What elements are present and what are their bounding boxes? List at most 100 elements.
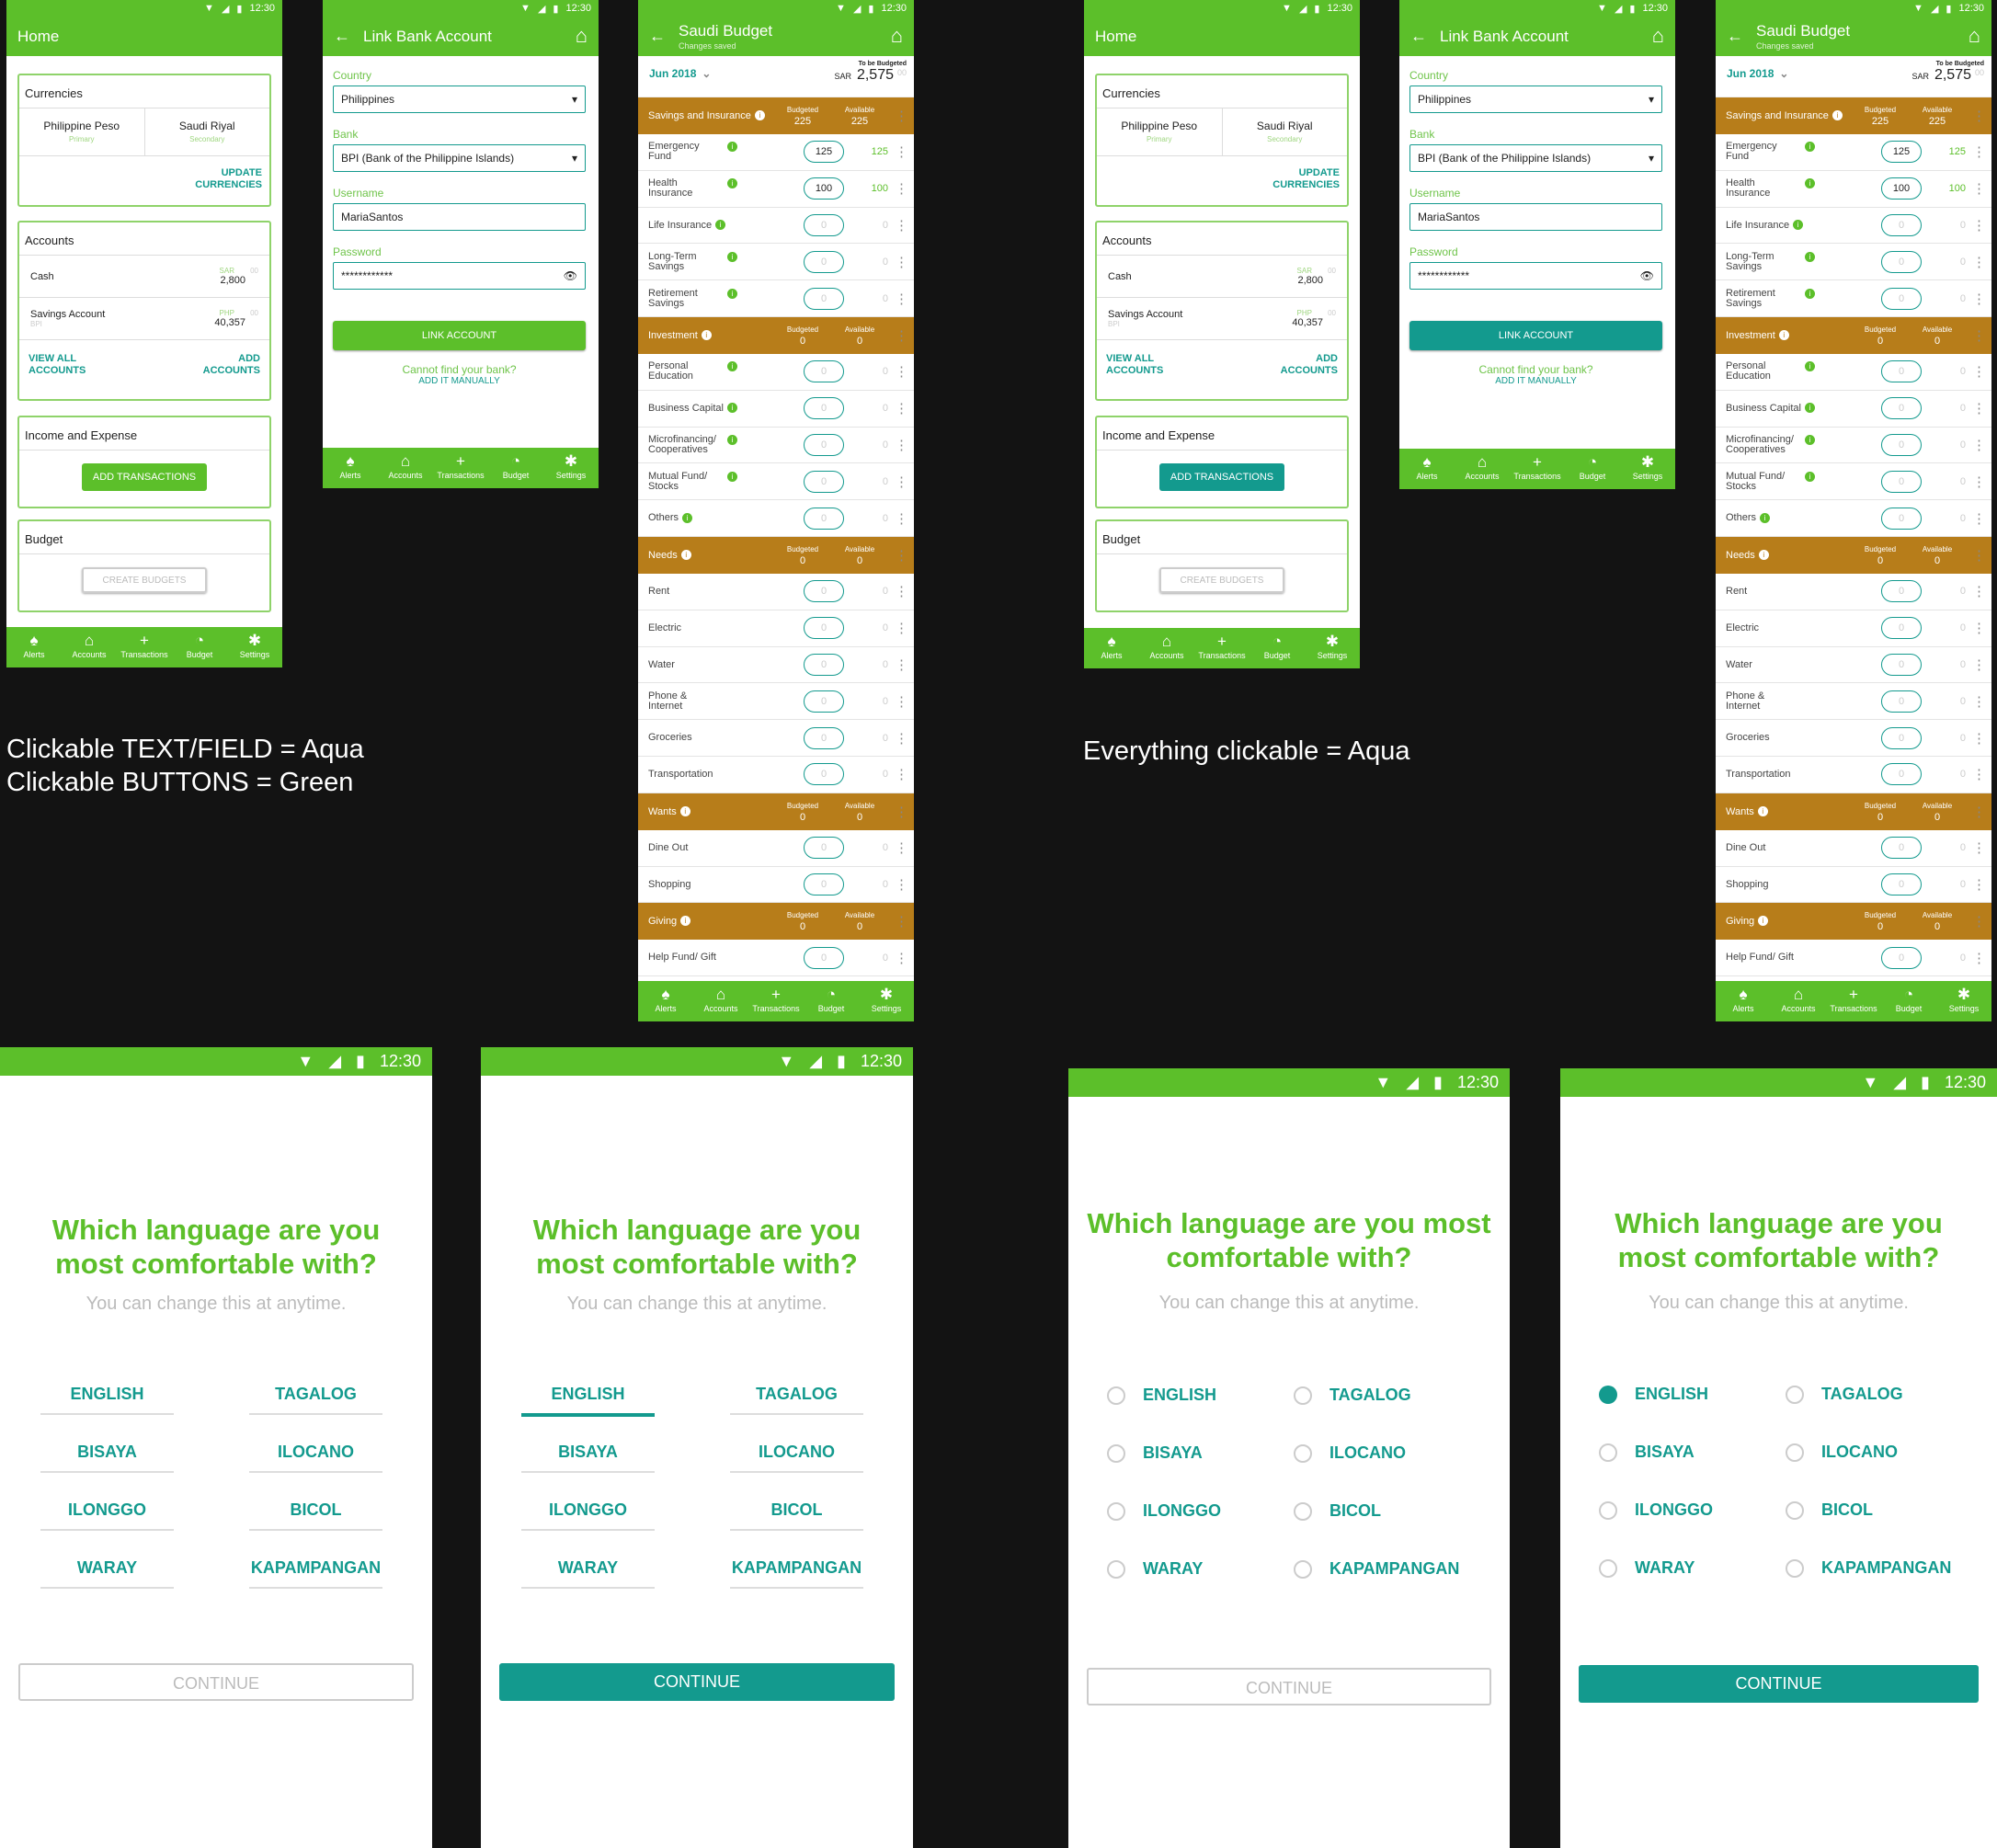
create-budgets-button[interactable]: CREATE BUDGETS xyxy=(1159,567,1284,593)
link-account-button[interactable]: LINK ACCOUNT xyxy=(333,321,586,350)
budgeted-amount-input[interactable]: 0 xyxy=(1881,763,1922,786)
language-option-waray[interactable]: WARAY xyxy=(1599,1558,1695,1578)
more-options-icon[interactable]: ⋮ xyxy=(1966,839,1986,856)
nav-item-transactions[interactable]: + Transactions xyxy=(117,627,172,667)
nav-item-alerts[interactable]: ♠ Alerts xyxy=(1716,981,1771,1021)
more-options-icon[interactable]: ⋮ xyxy=(888,291,908,307)
month-selector[interactable]: Jun 2018 ⌄ xyxy=(649,56,711,97)
budgeted-amount-input[interactable]: 0 xyxy=(804,763,844,786)
budgeted-amount-input[interactable]: 0 xyxy=(1881,653,1922,676)
language-option-english[interactable]: ENGLISH xyxy=(1107,1386,1216,1405)
account-row[interactable]: Savings Account BPI PHP 40,357 00 xyxy=(1097,298,1347,340)
info-icon[interactable]: i xyxy=(1793,219,1804,230)
language-option-bisaya[interactable]: BISAYA xyxy=(521,1443,655,1473)
more-options-icon[interactable]: ⋮ xyxy=(888,143,908,160)
budgeted-amount-input[interactable]: 0 xyxy=(1881,397,1922,420)
language-option-ilonggo[interactable]: ILONGGO xyxy=(40,1500,174,1531)
nav-item-settings[interactable]: ✱ Settings xyxy=(227,627,282,667)
info-icon[interactable]: i xyxy=(1805,434,1815,445)
budgeted-amount-input[interactable]: 0 xyxy=(1881,580,1922,603)
home-icon[interactable]: ⌂ xyxy=(576,24,588,48)
more-options-icon[interactable]: ⋮ xyxy=(1966,291,1986,307)
language-option-tagalog[interactable]: TAGALOG xyxy=(1294,1386,1411,1405)
more-options-icon[interactable]: ⋮ xyxy=(888,876,908,893)
nav-item-accounts[interactable]: ⌂ Accounts xyxy=(1139,628,1194,668)
more-options-icon[interactable]: ⋮ xyxy=(1966,108,1986,124)
back-arrow-icon[interactable]: ← xyxy=(334,27,350,46)
info-icon[interactable]: i xyxy=(1832,110,1843,120)
more-options-icon[interactable]: ⋮ xyxy=(888,108,908,124)
language-option-tagalog[interactable]: TAGALOG xyxy=(249,1385,382,1415)
nav-item-alerts[interactable]: ♠ Alerts xyxy=(638,981,693,1021)
nav-item-settings[interactable]: ✱ Settings xyxy=(1936,981,1991,1021)
password-field[interactable]: ************ 👁 xyxy=(1409,262,1662,290)
budgeted-amount-input[interactable]: 100 xyxy=(804,177,844,200)
language-option-ilocano[interactable]: ILOCANO xyxy=(249,1443,382,1473)
country-dropdown[interactable]: Philippines ▾ xyxy=(333,86,586,113)
language-option-ilonggo[interactable]: ILONGGO xyxy=(521,1500,655,1531)
continue-button[interactable]: CONTINUE xyxy=(1087,1668,1491,1705)
info-icon[interactable]: i xyxy=(1757,805,1768,816)
radio-button[interactable] xyxy=(1786,1500,1804,1520)
password-field[interactable]: ************ 👁 xyxy=(333,262,586,290)
more-options-icon[interactable]: ⋮ xyxy=(1966,510,1986,527)
budgeted-amount-input[interactable]: 0 xyxy=(804,433,844,456)
info-icon[interactable]: i xyxy=(1805,361,1815,372)
more-options-icon[interactable]: ⋮ xyxy=(888,400,908,416)
view-all-accounts-link[interactable]: VIEW ALL ACCOUNTS xyxy=(29,353,93,377)
nav-item-settings[interactable]: ✱ Settings xyxy=(859,981,914,1021)
radio-button[interactable] xyxy=(1786,1385,1804,1404)
language-option-bicol[interactable]: BICOL xyxy=(730,1500,863,1531)
more-options-icon[interactable]: ⋮ xyxy=(1966,766,1986,782)
nav-item-alerts[interactable]: ♠ Alerts xyxy=(6,627,62,667)
radio-button[interactable] xyxy=(1294,1443,1312,1463)
budgeted-amount-input[interactable]: 125 xyxy=(1881,141,1922,164)
info-icon[interactable]: i xyxy=(754,110,765,120)
nav-item-accounts[interactable]: ⌂ Accounts xyxy=(378,448,433,488)
language-option-english[interactable]: ENGLISH xyxy=(1599,1385,1708,1404)
budget-group-header[interactable]: Giving i Budgeted 0 Available 0 ⋮ xyxy=(1716,903,1991,941)
budgeted-amount-input[interactable]: 0 xyxy=(804,690,844,713)
language-option-kapampangan[interactable]: KAPAMPANGAN xyxy=(730,1558,863,1589)
budgeted-amount-input[interactable]: 0 xyxy=(1881,617,1922,640)
budget-group-header[interactable]: Investment i Budgeted 0 Available 0 ⋮ xyxy=(1716,316,1991,354)
more-options-icon[interactable]: ⋮ xyxy=(888,656,908,673)
info-icon[interactable]: i xyxy=(1758,916,1769,927)
budgeted-amount-input[interactable]: 0 xyxy=(1881,287,1922,310)
more-options-icon[interactable]: ⋮ xyxy=(1966,620,1986,636)
more-options-icon[interactable]: ⋮ xyxy=(1966,693,1986,710)
language-option-kapampangan[interactable]: KAPAMPANGAN xyxy=(1294,1559,1459,1579)
budget-group-header[interactable]: Savings and Insurance i Budgeted 225 Availab… xyxy=(638,97,914,134)
account-row[interactable]: Savings Account BPI PHP 40,357 00 xyxy=(19,298,269,340)
add-transactions-button[interactable]: ADD TRANSACTIONS xyxy=(82,463,207,491)
radio-button[interactable] xyxy=(1599,1500,1617,1520)
more-options-icon[interactable]: ⋮ xyxy=(1966,804,1986,820)
nav-item-settings[interactable]: ✱ Settings xyxy=(1305,628,1360,668)
budgeted-amount-input[interactable]: 0 xyxy=(1881,946,1922,969)
language-option-kapampangan[interactable]: KAPAMPANGAN xyxy=(249,1558,382,1589)
language-option-waray[interactable]: WARAY xyxy=(1107,1559,1203,1579)
language-option-tagalog[interactable]: TAGALOG xyxy=(730,1385,863,1415)
info-icon[interactable]: i xyxy=(727,251,737,262)
month-selector[interactable]: Jun 2018 ⌄ xyxy=(1727,56,1788,97)
radio-button[interactable] xyxy=(1599,1385,1617,1404)
budget-group-header[interactable]: Wants i Budgeted 0 Available 0 ⋮ xyxy=(638,793,914,830)
nav-item-alerts[interactable]: ♠ Alerts xyxy=(323,448,378,488)
more-options-icon[interactable]: ⋮ xyxy=(1966,473,1986,490)
more-options-icon[interactable]: ⋮ xyxy=(888,327,908,344)
budget-group-header[interactable]: Giving i Budgeted 0 Available 0 ⋮ xyxy=(638,903,914,941)
home-icon[interactable]: ⌂ xyxy=(1652,24,1664,48)
account-row[interactable]: Cash SAR 2,800 00 xyxy=(1097,256,1347,298)
info-icon[interactable]: i xyxy=(1805,178,1815,189)
update-currencies-link[interactable]: UPDATE CURRENCIES xyxy=(179,167,262,191)
nav-item-transactions[interactable]: + Transactions xyxy=(1510,449,1565,489)
budgeted-amount-input[interactable]: 0 xyxy=(1881,690,1922,713)
more-options-icon[interactable]: ⋮ xyxy=(888,839,908,856)
more-options-icon[interactable]: ⋮ xyxy=(888,363,908,380)
add-accounts-link[interactable]: ADD ACCOUNTS xyxy=(1273,353,1338,377)
budgeted-amount-input[interactable]: 0 xyxy=(804,397,844,420)
nav-item-budget[interactable]: ◔ Budget xyxy=(804,981,859,1021)
info-icon[interactable]: i xyxy=(682,512,693,523)
more-options-icon[interactable]: ⋮ xyxy=(1966,876,1986,893)
language-option-english[interactable]: ENGLISH xyxy=(40,1385,174,1415)
